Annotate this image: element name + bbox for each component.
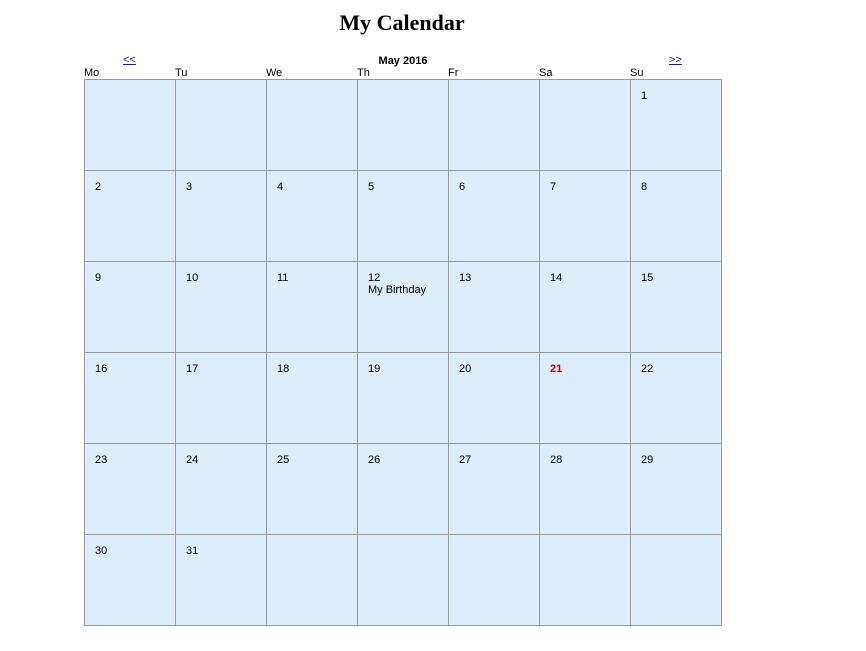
month-label: May 2016 xyxy=(378,55,428,67)
day-number: 17 xyxy=(186,363,199,375)
day-cell-23[interactable]: 23 xyxy=(85,444,176,535)
day-cell-5[interactable]: 5 xyxy=(358,171,449,262)
weekday-tu: Tu xyxy=(175,67,188,79)
empty-day-cell xyxy=(540,80,631,171)
day-number: 5 xyxy=(368,181,375,193)
day-cell-15[interactable]: 15 xyxy=(631,262,722,353)
day-cell-2[interactable]: 2 xyxy=(85,171,176,262)
day-number: 25 xyxy=(277,454,290,466)
weekday-we: We xyxy=(266,67,283,79)
day-number: 1 xyxy=(641,90,648,102)
day-cell-17[interactable]: 17 xyxy=(176,353,267,444)
day-number: 27 xyxy=(459,454,472,466)
day-number: 19 xyxy=(368,363,381,375)
day-cell-30[interactable]: 30 xyxy=(85,535,176,626)
day-number: 16 xyxy=(95,363,108,375)
empty-day-cell xyxy=(85,80,176,171)
day-cell-21[interactable]: 21 xyxy=(540,353,631,444)
empty-day-cell xyxy=(631,535,722,626)
day-number: 7 xyxy=(550,181,557,193)
weekday-sa: Sa xyxy=(539,67,553,79)
day-cell-19[interactable]: 19 xyxy=(358,353,449,444)
empty-day-cell xyxy=(358,535,449,626)
day-number: 11 xyxy=(277,272,289,284)
empty-day-cell xyxy=(358,80,449,171)
day-cell-31[interactable]: 31 xyxy=(176,535,267,626)
day-number: 21 xyxy=(550,363,563,375)
day-cell-29[interactable]: 29 xyxy=(631,444,722,535)
day-cell-3[interactable]: 3 xyxy=(176,171,267,262)
day-cell-1[interactable]: 1 xyxy=(631,80,722,171)
empty-day-cell xyxy=(267,535,358,626)
day-number: 10 xyxy=(186,272,199,284)
weekday-mo: Mo xyxy=(84,67,100,79)
day-cell-24[interactable]: 24 xyxy=(176,444,267,535)
day-cell-10[interactable]: 10 xyxy=(176,262,267,353)
day-number: 26 xyxy=(368,454,381,466)
day-number: 8 xyxy=(641,181,648,193)
day-cell-27[interactable]: 27 xyxy=(449,444,540,535)
day-number: 4 xyxy=(277,181,284,193)
day-cell-11[interactable]: 11 xyxy=(267,262,358,353)
weekday-th: Th xyxy=(357,67,370,79)
day-number: 13 xyxy=(459,272,472,284)
day-cell-20[interactable]: 20 xyxy=(449,353,540,444)
calendar-grid: 1 2 3 4 5 6 7 8 9 10 11 12 My Birthday 13 14 15 16 17 18 19… xyxy=(84,79,722,626)
weekday-su: Su xyxy=(630,67,644,79)
day-number: 24 xyxy=(186,454,199,466)
day-cell-6[interactable]: 6 xyxy=(449,171,540,262)
day-cell-8[interactable]: 8 xyxy=(631,171,722,262)
day-number: 28 xyxy=(550,454,563,466)
day-cell-18[interactable]: 18 xyxy=(267,353,358,444)
day-cell-12[interactable]: 12 My Birthday xyxy=(358,262,449,353)
empty-day-cell xyxy=(176,80,267,171)
page-title: My Calendar xyxy=(339,10,465,35)
day-number: 15 xyxy=(641,272,654,284)
empty-day-cell xyxy=(267,80,358,171)
day-number: 6 xyxy=(459,181,466,193)
day-number: 9 xyxy=(95,272,102,284)
day-number: 30 xyxy=(95,545,108,557)
day-cell-9[interactable]: 9 xyxy=(85,262,176,353)
day-number: 22 xyxy=(641,363,654,375)
day-number: 18 xyxy=(277,363,290,375)
day-cell-16[interactable]: 16 xyxy=(85,353,176,444)
weekday-fr: Fr xyxy=(448,67,459,79)
day-number: 31 xyxy=(186,545,199,557)
calendar-event[interactable]: My Birthday xyxy=(368,284,448,297)
day-cell-28[interactable]: 28 xyxy=(540,444,631,535)
day-number: 20 xyxy=(459,363,472,375)
empty-day-cell xyxy=(540,535,631,626)
day-number: 23 xyxy=(95,454,108,466)
day-number: 2 xyxy=(95,181,102,193)
empty-day-cell xyxy=(449,535,540,626)
empty-day-cell xyxy=(449,80,540,171)
day-cell-26[interactable]: 26 xyxy=(358,444,449,535)
day-cell-25[interactable]: 25 xyxy=(267,444,358,535)
day-cell-13[interactable]: 13 xyxy=(449,262,540,353)
next-month-link[interactable]: >> xyxy=(669,54,682,66)
day-number: 3 xyxy=(186,181,193,193)
day-number: 14 xyxy=(550,272,563,284)
day-cell-22[interactable]: 22 xyxy=(631,353,722,444)
day-cell-7[interactable]: 7 xyxy=(540,171,631,262)
day-cell-14[interactable]: 14 xyxy=(540,262,631,353)
day-number: 29 xyxy=(641,454,654,466)
calendar-header: << May 2016 >> Mo Tu We Th Fr Sa Su xyxy=(84,54,722,80)
day-cell-4[interactable]: 4 xyxy=(267,171,358,262)
